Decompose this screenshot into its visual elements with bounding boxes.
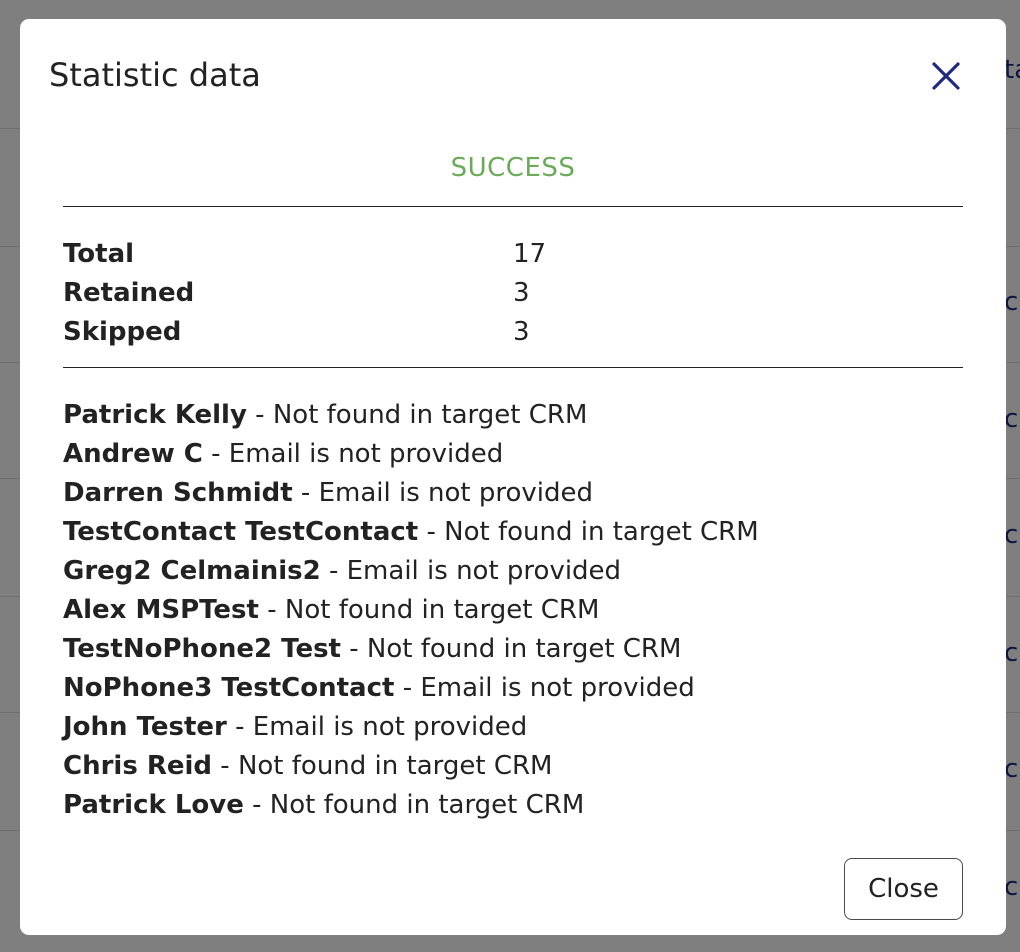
stat-label: Skipped [63, 317, 182, 347]
contact-reason: - Email is not provided [320, 556, 622, 586]
stat-label: Retained [63, 278, 195, 308]
contact-name: TestContact TestContact [63, 517, 419, 547]
stats-summary: Total 17 Retained 3 Skipped 3 [63, 235, 963, 352]
list-item: Andrew C - Email is not provided [63, 435, 963, 474]
stat-row-total: Total 17 [63, 235, 963, 274]
divider [63, 367, 963, 368]
contact-reason: - Not found in target CRM [243, 790, 585, 820]
stat-row-retained: Retained 3 [63, 274, 963, 313]
list-item: Alex MSPTest - Not found in target CRM [63, 591, 963, 630]
statistic-data-modal: Statistic data SUCCESS Total 17 Retained… [20, 19, 1006, 935]
contact-reason: - Email is not provided [292, 478, 594, 508]
contact-name: Patrick Love [63, 790, 244, 820]
contact-name: John Tester [63, 712, 227, 742]
close-button[interactable]: Close [844, 858, 963, 920]
contact-name: NoPhone3 TestContact [63, 673, 395, 703]
contact-reason: - Not found in target CRM [212, 751, 553, 781]
contact-reason: - Email is not provided [394, 673, 695, 703]
list-item: Darren Schmidt - Email is not provided [63, 474, 963, 513]
list-item: NoPhone3 TestContact - Email is not prov… [63, 669, 963, 708]
contact-name: Darren Schmidt [63, 478, 293, 508]
list-item: Patrick Love - Not found in target CRM [63, 786, 963, 825]
contact-reason: - Not found in target CRM [340, 634, 682, 664]
list-item: Chris Reid - Not found in target CRM [63, 747, 963, 786]
list-item: John Tester - Email is not provided [63, 708, 963, 747]
contact-reason: - Not found in target CRM [246, 400, 588, 430]
list-item: Patrick Kelly - Not found in target CRM [63, 396, 963, 435]
divider [63, 206, 963, 207]
contact-name: TestNoPhone2 Test [63, 634, 341, 664]
list-item: TestContact TestContact - Not found in t… [63, 513, 963, 552]
stat-row-skipped: Skipped 3 [63, 313, 963, 352]
list-item: Greg2 Celmainis2 - Email is not provided [63, 552, 963, 591]
skipped-contacts-list: Patrick Kelly - Not found in target CRM … [63, 396, 963, 825]
status-label: SUCCESS [450, 153, 576, 183]
stat-value: 3 [513, 278, 530, 308]
contact-name: Patrick Kelly [63, 400, 247, 430]
contact-reason: - Not found in target CRM [418, 517, 759, 547]
contact-name: Alex MSPTest [63, 595, 259, 625]
contact-name: Greg2 Celmainis2 [63, 556, 321, 586]
stat-value: 3 [513, 317, 530, 347]
contact-reason: - Email is not provided [226, 712, 528, 742]
list-item: TestNoPhone2 Test - Not found in target … [63, 630, 963, 669]
modal-title: Statistic data [49, 56, 261, 94]
close-x-icon-graphic [932, 62, 960, 90]
contact-reason: - Not found in target CRM [258, 595, 600, 625]
close-x-icon[interactable] [925, 57, 965, 97]
contact-name: Chris Reid [63, 751, 213, 781]
contact-reason: - Email is not provided [202, 439, 504, 469]
stat-value: 17 [513, 239, 547, 269]
contact-name: Andrew C [63, 439, 203, 469]
stat-label: Total [63, 239, 135, 269]
